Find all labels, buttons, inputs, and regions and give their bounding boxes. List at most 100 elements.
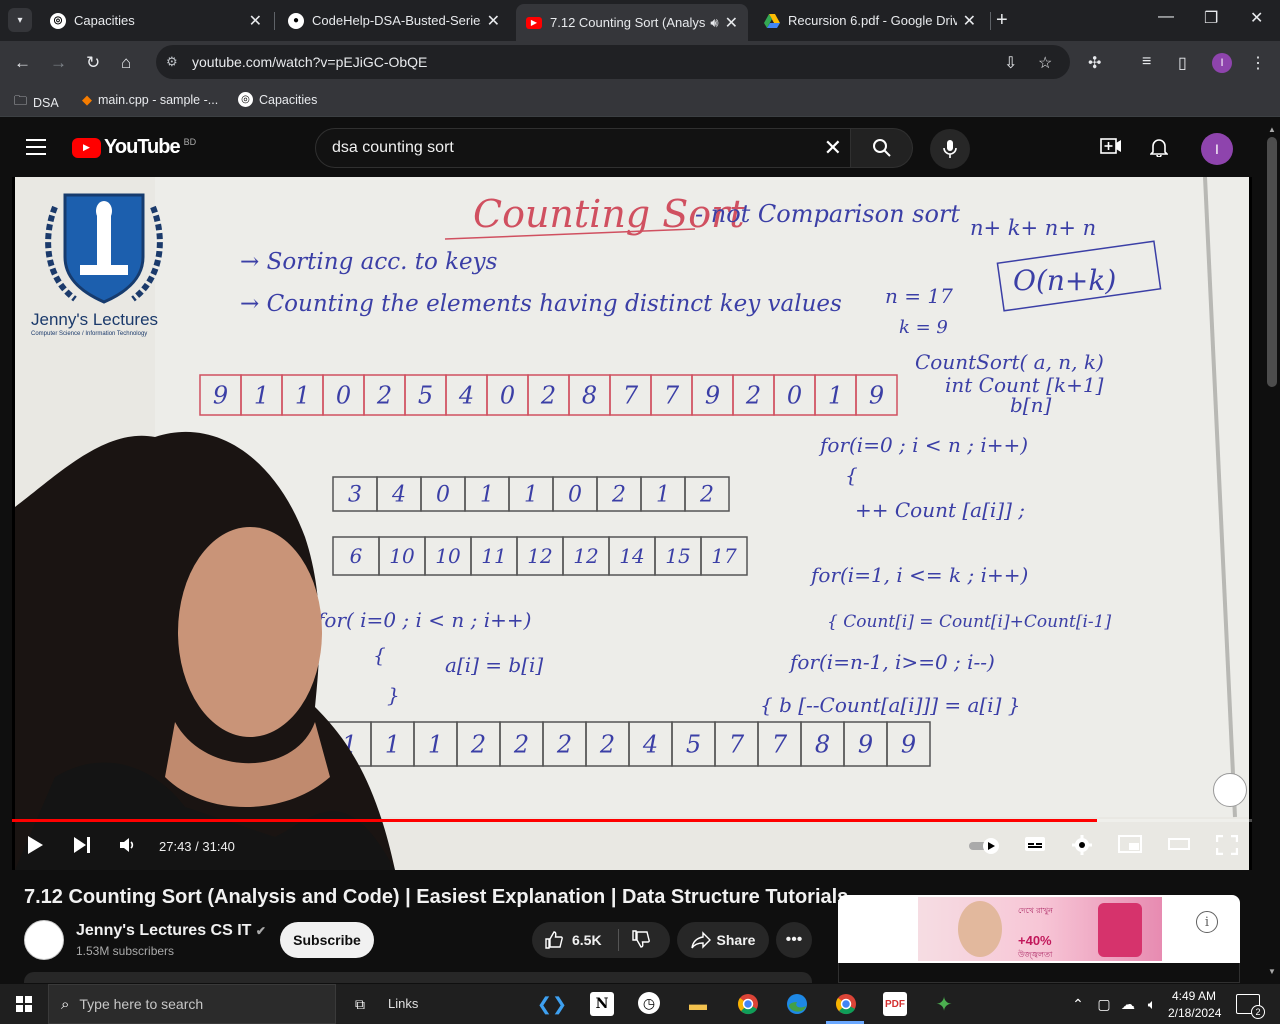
more-actions-button[interactable]: ••• [776,922,812,958]
channel-name[interactable]: Jenny's Lectures CS IT ✔ [76,922,266,940]
channel-watermark-logo [45,193,163,304]
array-value: 0 [336,381,351,409]
install-app-icon[interactable]: ⇩ [1004,53,1017,73]
count-array: 3 4 0 1 1 0 2 1 2 [332,476,730,512]
search-button[interactable] [851,128,913,168]
scroll-up-arrow-icon[interactable]: ▲ [1268,125,1276,134]
voice-search-button[interactable] [930,129,970,169]
volume-button[interactable] [118,835,138,860]
bookmark-capacities[interactable]: ◎ Capacities [238,92,317,107]
next-video-button[interactable] [72,835,92,860]
settings-button[interactable] [1072,835,1092,860]
taskbar-search-input[interactable]: ⌕ Type here to search [48,984,336,1024]
watermark-subtitle: Computer Science / Information Technolog… [31,331,148,337]
subscribe-button[interactable]: Subscribe [280,922,374,958]
play-button[interactable] [26,835,44,860]
pdf-reader-icon[interactable]: PDF [883,992,907,1016]
tab-capacities[interactable]: ◎ Capacities ✕ [40,6,272,35]
code-line: for( i=0 ; i < n ; i++) [315,608,531,632]
ad-info-icon[interactable]: i [1196,911,1218,933]
youtube-logo[interactable]: ▶ YouTube BD [72,136,196,159]
clock-app-icon[interactable]: ◷ [638,992,660,1014]
media-controls-icon[interactable]: ≡ [1142,53,1151,71]
home-icon[interactable]: ⌂ [121,53,131,73]
window-close-icon[interactable]: ✕ [1250,8,1263,28]
like-button[interactable]: 6.5K [544,930,602,950]
channel-avatar[interactable] [24,920,64,960]
url-text[interactable]: youtube.com/watch?v=pEJiGC-ObQE [192,54,427,70]
tab-title: CodeHelp-DSA-Busted-Series/L [312,13,481,28]
bookmark-main-cpp[interactable]: ◆ main.cpp - sample -... [82,92,218,108]
autoplay-toggle[interactable] [968,837,1002,860]
share-button[interactable]: Share [677,922,769,958]
page-scrollbar[interactable]: ▲ ▼ [1264,121,1280,983]
close-icon[interactable]: ✕ [249,11,262,31]
complexity-top-text: n+ k+ n+ n [970,216,1096,240]
battery-icon[interactable]: ▢ [1092,992,1116,1016]
close-icon[interactable]: ✕ [725,13,738,33]
edge-icon[interactable] [785,992,809,1016]
search-input[interactable]: dsa counting sort ✕ [315,128,851,168]
theater-mode-button[interactable] [1168,835,1190,856]
tab-github[interactable]: ● CodeHelp-DSA-Busted-Series/L ✕ [278,6,510,35]
clear-search-icon[interactable]: ✕ [824,135,842,161]
miniplayer-button[interactable] [1118,835,1142,858]
tab-google-drive[interactable]: Recursion 6.pdf - Google Drive ✕ [754,6,986,35]
ad-percent-text: +40% [1018,933,1052,948]
forward-icon[interactable]: → [50,53,67,73]
hamburger-menu-icon[interactable] [26,139,46,155]
ad-image[interactable]: দেখে রাখুন +40% উজ্জ্বলতা [918,897,1162,961]
notifications-bell-icon[interactable] [1149,137,1169,163]
video-frame-whiteboard[interactable]: Counting Sort - not Comparison sort n+ k… [15,177,1249,870]
scroll-down-arrow-icon[interactable]: ▼ [1268,967,1276,976]
bookmark-star-icon[interactable]: ☆ [1038,53,1052,73]
scrollbar-thumb[interactable] [1267,137,1277,387]
close-icon[interactable]: ✕ [487,11,500,31]
show-hidden-icons-chevron[interactable]: ⌃ [1066,992,1090,1016]
close-icon[interactable]: ✕ [963,11,976,31]
file-explorer-icon[interactable]: ▬ [686,992,710,1016]
notification-center-icon[interactable]: 2 [1236,994,1265,1019]
audio-playing-icon[interactable]: 🔊︎ [710,15,718,31]
dislike-button[interactable] [631,929,651,952]
code-line: for(i=n-1, i>=0 ; i--) [788,650,995,674]
array-value: 6 [350,544,363,568]
vscode-icon[interactable]: ❮❯ [537,992,567,1016]
task-view-icon[interactable]: ⧉ [348,992,372,1016]
create-video-icon[interactable] [1100,137,1122,161]
reload-icon[interactable]: ↻ [86,53,100,73]
chrome-active-icon[interactable] [834,992,858,1016]
side-panel-icon[interactable]: ▯ [1178,53,1187,73]
extensions-icon[interactable]: ✣ [1088,53,1101,73]
system-clock[interactable]: 4:49 AM 2/18/2024 [1168,988,1221,1022]
restore-icon[interactable]: ❐ [1204,8,1218,28]
progress-bar[interactable] [12,819,1252,822]
video-player[interactable]: Counting Sort - not Comparison sort n+ k… [12,177,1252,870]
fullscreen-button[interactable] [1215,834,1239,860]
browser-tab-strip: ▾ ◎ Capacities ✕ ● CodeHelp-DSA-Busted-S… [0,0,1280,41]
sponsored-ad[interactable]: দেখে রাখুন +40% উজ্জ্বলতা i [838,895,1240,963]
tab-search-chevron-icon[interactable]: ▾ [8,8,32,32]
links-toolbar[interactable]: Links [388,996,418,1011]
tab-youtube-active[interactable]: ▶ 7.12 Counting Sort (Analysis 🔊︎ ✕ [516,4,748,41]
subtitles-button[interactable] [1024,835,1046,858]
youtube-account-avatar[interactable]: I [1201,133,1233,165]
address-bar[interactable]: ⚙ youtube.com/watch?v=pEJiGC-ObQE ⇩ ☆ [156,45,1070,79]
back-icon[interactable]: ← [14,53,31,73]
fullscreen-icon [1215,834,1239,856]
site-info-icon[interactable]: ⚙ [166,54,186,70]
watermark-channel-name: Jenny's Lectures [31,310,159,329]
browser-menu-icon[interactable]: ⋮ [1250,53,1266,73]
array-value: 9 [901,730,916,758]
speaker-icon[interactable]: 🔈︎ [1140,992,1164,1016]
minimize-icon[interactable]: — [1158,8,1174,26]
chrome-profile-icon[interactable] [736,992,760,1016]
bookmark-dsa[interactable]: 🗀 DSA [14,92,59,114]
snipping-tool-icon[interactable]: ✦ [932,992,956,1016]
channel-branding-watermark[interactable] [1213,773,1247,807]
notion-icon[interactable]: N [590,992,614,1016]
cloud-icon[interactable]: ☁ [1116,992,1140,1016]
windows-start-icon[interactable] [16,996,32,1012]
browser-profile-avatar[interactable]: I [1212,53,1232,73]
new-tab-button[interactable]: + [996,9,1008,32]
